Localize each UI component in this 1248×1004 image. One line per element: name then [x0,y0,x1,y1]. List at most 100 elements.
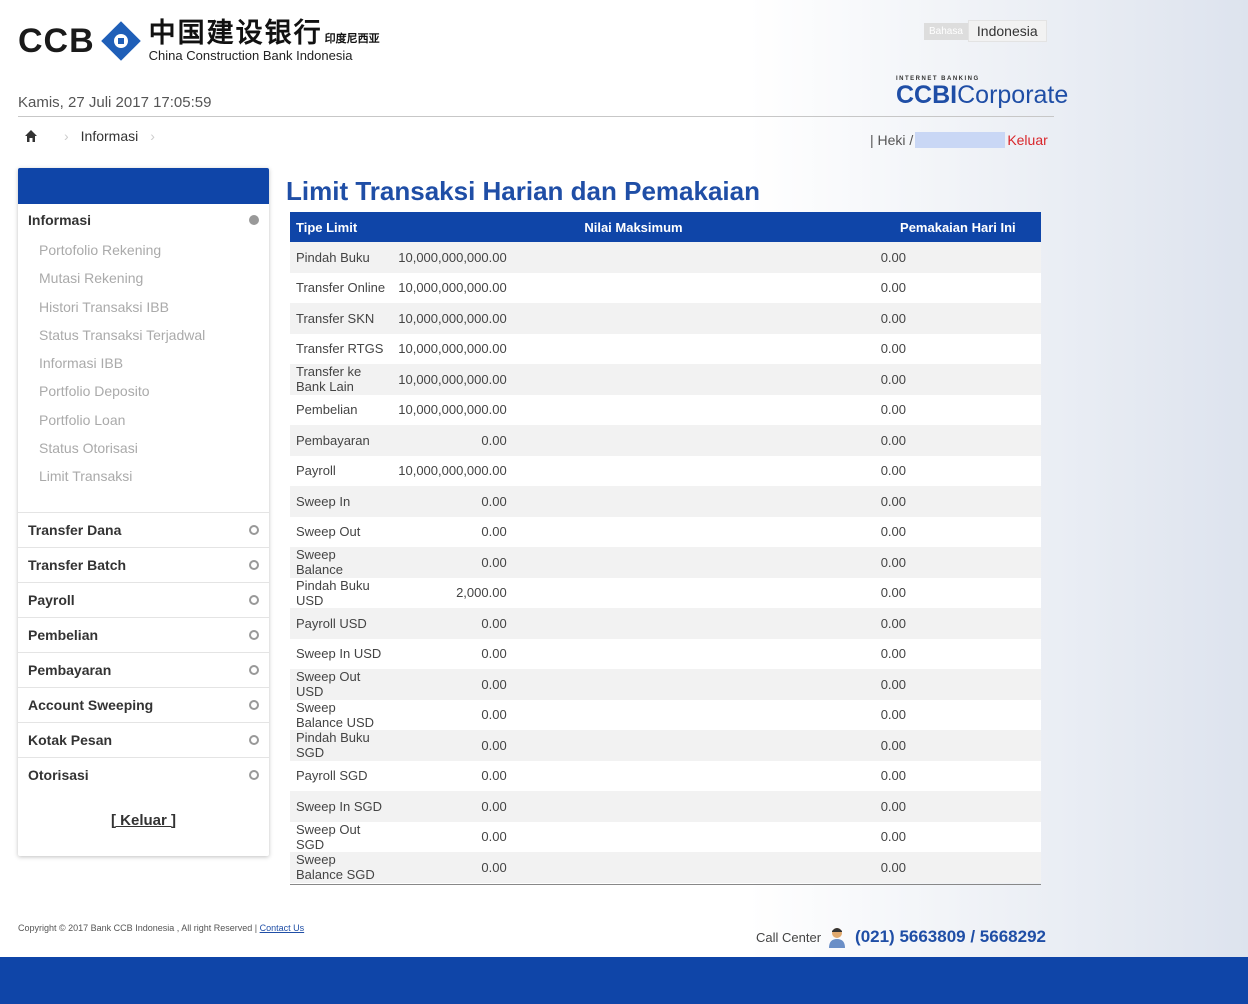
table-row: Transfer SKN 10,000,000,000.00 0.00 [290,303,1041,334]
cell-pemakaian: 0.00 [874,486,1041,517]
expand-circle-icon [249,769,259,780]
expand-circle-icon [249,559,259,570]
cell-nilai-maksimum: 0.00 [392,547,875,578]
expand-circle-icon [249,594,259,605]
ccbi-brand-bold: CCBI [896,81,958,109]
cell-tipe-limit: Sweep Out [290,516,393,547]
logo-chinese-name: 中国建设银行 [148,18,323,49]
sidebar-subitem-mutasi-rekening[interactable]: Mutasi Rekening [18,264,269,292]
expand-circle-icon [249,734,259,745]
cell-tipe-limit: Pembelian [290,394,393,425]
sidebar-subitem-status-transaksi[interactable]: Status Transaksi Terjadwal [18,321,269,349]
cell-tipe-limit: Pindah Buku [290,242,393,273]
call-center: Call Center (021) 5663809 / 5668292 [756,926,1046,948]
logo-english-name: China Construction Bank Indonesia [148,48,353,63]
table-row: Transfer Online 10,000,000,000.00 0.00 [290,272,1041,303]
sidebar-item-pembelian[interactable]: Pembelian [18,616,269,652]
sidebar-logout-button[interactable]: [ Keluar ] [18,812,269,829]
home-icon[interactable] [24,129,38,143]
table-row: Pindah Buku SGD 0.00 0.00 [290,730,1041,761]
cell-pemakaian: 0.00 [874,821,1041,852]
cell-pemakaian: 0.00 [874,272,1041,303]
language-dropdown[interactable]: Indonesia [967,20,1047,42]
sidebar-item-informasi[interactable]: Informasi [18,204,269,236]
expand-circle-icon [249,664,259,675]
sidebar-item-payroll[interactable]: Payroll [18,581,269,617]
breadcrumb-item-informasi[interactable]: Informasi [81,128,139,144]
copyright: Copyright © 2017 Bank CCB Indonesia , Al… [18,923,304,933]
sidebar-logout-label: [ Keluar ] [110,811,176,829]
contact-us-link[interactable]: Contact Us [260,923,305,933]
sidebar-subitem-portfolio-deposito[interactable]: Portfolio Deposito [18,377,269,405]
logo-chinese-sub: 印度尼西亚 [324,32,380,45]
cell-nilai-maksimum: 0.00 [392,760,875,791]
corporate-brand-text: Corporate [957,81,1069,109]
cell-tipe-limit: Sweep In USD [290,638,393,669]
cell-pemakaian: 0.00 [874,333,1041,364]
cell-pemakaian: 0.00 [874,425,1041,456]
cell-tipe-limit: Transfer SKN [290,303,393,334]
language-selector[interactable]: Bahasa Indonesia [924,20,1047,42]
sidebar-subitem-status-otorisasi[interactable]: Status Otorisasi [18,434,269,462]
table-row: Sweep Balance SGD 0.00 0.00 [290,852,1041,883]
sidebar-subitem-portfolio-loan[interactable]: Portfolio Loan [18,406,269,434]
cell-pemakaian: 0.00 [874,699,1041,730]
sidebar-subitem-histori-transaksi[interactable]: Histori Transaksi IBB [18,293,269,321]
cell-pemakaian: 0.00 [874,547,1041,578]
limit-table: Tipe Limit Nilai Maksimum Pemakaian Hari… [290,212,1041,883]
cell-nilai-maksimum: 2,000.00 [392,577,875,608]
table-row: Payroll USD 0.00 0.00 [290,608,1041,639]
cell-nilai-maksimum: 10,000,000,000.00 [392,303,875,334]
expand-circle-icon [249,524,259,535]
logout-link[interactable]: Keluar [1007,132,1047,148]
cell-tipe-limit: Transfer Online [290,272,393,303]
cell-nilai-maksimum: 0.00 [392,821,875,852]
cell-pemakaian: 0.00 [874,394,1041,425]
cell-pemakaian: 0.00 [874,791,1041,822]
user-info: | Heki / Keluar [870,132,1048,148]
page-title: Limit Transaksi Harian dan Pemakaian [286,176,760,206]
cell-nilai-maksimum: 10,000,000,000.00 [392,272,875,303]
expand-circle-icon [249,629,259,640]
sidebar-item-kotak-pesan[interactable]: Kotak Pesan [18,721,269,757]
cell-tipe-limit: Pindah Buku USD [290,577,393,608]
table-body: Pindah Buku 10,000,000,000.00 0.00 Transfer… [290,242,1041,883]
cell-tipe-limit: Sweep Balance SGD [290,852,393,883]
sidebar-item-pembayaran[interactable]: Pembayaran [18,651,269,687]
logo-ccb-text: CCB [18,21,95,60]
cell-tipe-limit: Sweep In [290,486,393,517]
cell-nilai-maksimum: 0.00 [392,425,875,456]
cell-nilai-maksimum: 0.00 [392,516,875,547]
cell-pemakaian: 0.00 [874,669,1041,700]
sidebar-item-otorisasi[interactable]: Otorisasi [18,756,269,792]
header-divider [18,116,1054,117]
cell-pemakaian: 0.00 [874,638,1041,669]
call-center-label: Call Center [756,929,822,945]
cell-pemakaian: 0.00 [874,852,1041,883]
sidebar-subitem-informasi-ibb[interactable]: Informasi IBB [18,349,269,377]
sidebar-item-transfer-batch[interactable]: Transfer Batch [18,546,269,582]
cell-tipe-limit: Sweep Out USD [290,669,393,700]
cell-tipe-limit: Payroll USD [290,608,393,639]
cell-tipe-limit: Pindah Buku SGD [290,730,393,761]
sidebar-subitem-limit-transaksi[interactable]: Limit Transaksi [18,462,269,490]
cell-pemakaian: 0.00 [874,760,1041,791]
sidebar-item-account-sweeping[interactable]: Account Sweeping [18,686,269,722]
cell-nilai-maksimum: 10,000,000,000.00 [392,455,875,486]
table-row: Sweep Out 0.00 0.00 [290,516,1041,547]
redacted-user-block [915,132,1006,148]
cell-tipe-limit: Sweep Balance USD [290,699,393,730]
cell-pemakaian: 0.00 [874,242,1041,273]
cell-pemakaian: 0.00 [874,455,1041,486]
sidebar-item-transfer-dana[interactable]: Transfer Dana [18,511,269,547]
cell-nilai-maksimum: 0.00 [392,608,875,639]
breadcrumb-separator: › [150,128,155,144]
cell-tipe-limit: Transfer RTGS [290,333,393,364]
sidebar-header [18,168,269,204]
cell-nilai-maksimum: 10,000,000,000.00 [392,364,875,395]
language-label: Bahasa [924,22,968,40]
breadcrumb: › Informasi › [24,128,167,144]
sidebar-subitem-portofolio-rekening[interactable]: Portofolio Rekening [18,236,269,264]
cell-nilai-maksimum: 10,000,000,000.00 [392,242,875,273]
column-header-tipe-limit: Tipe Limit [290,212,393,242]
